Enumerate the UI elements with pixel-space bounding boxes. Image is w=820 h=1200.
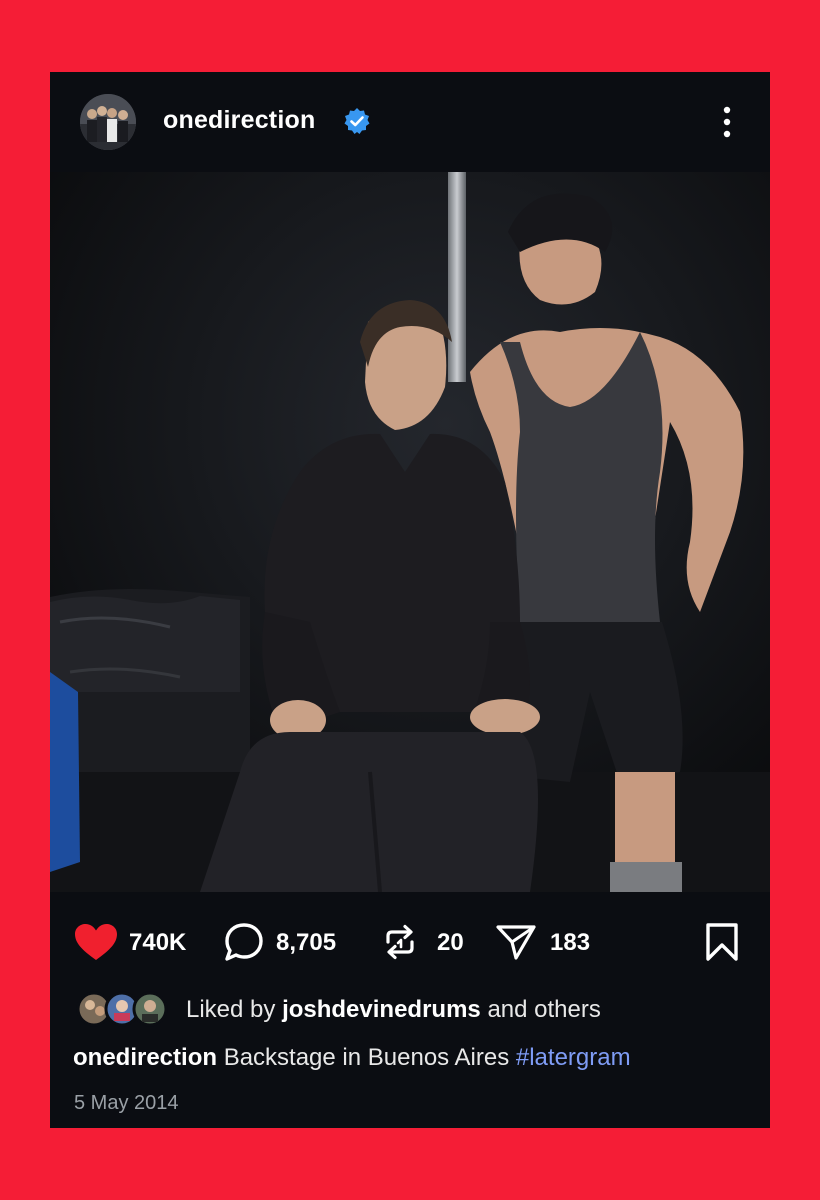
comment-button[interactable]: 8,705	[222, 922, 352, 962]
comments-count: 8,705	[276, 929, 337, 956]
more-options-button[interactable]	[712, 102, 742, 142]
bookmark-icon	[706, 923, 738, 961]
comment-icon	[225, 923, 263, 961]
caption-hashtag[interactable]: #latergram	[516, 1044, 631, 1071]
heart-icon	[75, 924, 117, 960]
reposts-count: 20	[437, 929, 464, 956]
liked-by-text: Liked by joshdevinedrums and others	[186, 996, 601, 1024]
post-photo[interactable]	[50, 172, 770, 892]
profile-avatar[interactable]	[80, 94, 136, 150]
more-vertical-icon	[723, 106, 731, 138]
send-icon	[496, 925, 536, 960]
share-button[interactable]: 183	[495, 922, 605, 962]
caption-text: Backstage in Buenos Aires	[223, 1044, 510, 1071]
shares-count: 183	[550, 929, 591, 956]
post-caption: onedirection Backstage in Buenos Aires #…	[73, 1044, 631, 1072]
liked-by-row[interactable]: Liked by joshdevinedrums and others	[50, 984, 770, 1034]
liked-by-avatars	[76, 989, 176, 1029]
post-card: onedirection 740K 8,705 20 183 Liked by …	[50, 72, 770, 1128]
like-button[interactable]: 740K	[72, 922, 202, 962]
liked-by-suffix: and others	[487, 996, 601, 1023]
post-header: onedirection	[50, 72, 770, 172]
caption-username[interactable]: onedirection	[73, 1044, 217, 1071]
verified-badge-icon	[343, 107, 371, 135]
liked-by-user[interactable]: joshdevinedrums	[282, 996, 481, 1023]
repost-icon	[386, 924, 414, 960]
likes-count: 740K	[129, 929, 187, 956]
repost-button[interactable]: 20	[380, 922, 475, 962]
post-actions-bar: 740K 8,705 20 183	[50, 912, 770, 972]
save-button[interactable]	[702, 922, 742, 962]
liked-by-prefix: Liked by	[186, 996, 276, 1023]
post-username[interactable]: onedirection	[163, 106, 315, 135]
post-date: 5 May 2014	[74, 1092, 179, 1114]
